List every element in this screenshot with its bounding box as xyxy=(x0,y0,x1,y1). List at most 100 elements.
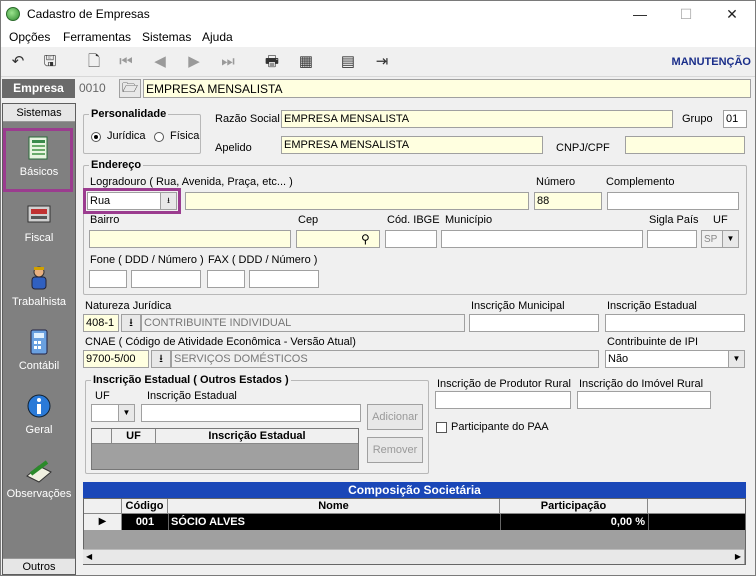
ibge-label: Cód. IBGE xyxy=(387,214,440,226)
sigla-pais-field[interactable] xyxy=(647,230,697,248)
previous-record-icon[interactable]: ◀ xyxy=(149,52,171,72)
paa-checkbox[interactable] xyxy=(436,422,447,433)
grid-col-nome: Nome xyxy=(168,499,500,514)
horizontal-scrollbar[interactable]: ◀ ▶ xyxy=(83,549,744,564)
fone-ddd-field[interactable] xyxy=(89,270,127,288)
menu-opcoes[interactable]: Opções xyxy=(9,30,50,44)
exit-door-icon[interactable]: ⇥ xyxy=(371,52,393,72)
cnae-code-field[interactable]: 9700-5/00 xyxy=(83,350,149,368)
imovel-rural-label: Inscrição do Imóvel Rural xyxy=(579,378,704,390)
grid-cell-codigo[interactable]: 001 xyxy=(122,514,168,530)
grid-cell-nome[interactable]: SÓCIO ALVES xyxy=(168,514,500,530)
next-record-icon[interactable]: ▶ xyxy=(183,52,205,72)
contrib-ipi-label: Contribuinte de IPI xyxy=(607,336,699,348)
save-icon[interactable]: 🖫 xyxy=(39,52,61,72)
sidebar-item-observacoes[interactable]: Observações xyxy=(3,452,75,510)
municipio-field[interactable] xyxy=(441,230,643,248)
company-name-field[interactable]: EMPRESA MENSALISTA xyxy=(143,79,751,98)
sidebar-item-trabalhista[interactable]: Trabalhista xyxy=(3,260,75,318)
insc-estadual-label: Inscrição Estadual xyxy=(607,300,697,312)
cep-label: Cep xyxy=(298,214,319,226)
fisica-radio[interactable] xyxy=(154,132,164,142)
scroll-left-icon[interactable]: ◀ xyxy=(86,552,92,561)
mode-label: MANUTENÇÃO xyxy=(671,56,751,68)
imovel-rural-field[interactable] xyxy=(577,391,711,409)
info-icon xyxy=(27,394,51,418)
binoculars-icon[interactable]: ⚲ xyxy=(361,232,370,246)
undo-icon[interactable]: ↶ xyxy=(7,52,29,72)
contrib-ipi-select[interactable]: Não xyxy=(605,350,745,368)
ie-grid-indicator-header xyxy=(92,429,112,444)
apelido-field[interactable]: EMPRESA MENSALISTA xyxy=(281,136,543,154)
contrib-ipi-dropdown-icon[interactable]: ▼ xyxy=(728,351,744,367)
first-record-icon[interactable]: ⏮ xyxy=(115,52,137,72)
fisica-label: Física xyxy=(170,130,200,142)
insc-estadual-field[interactable] xyxy=(605,314,745,332)
paa-label: Participante do PAA xyxy=(451,421,549,433)
menu-bar: Opções Ferramentas Sistemas Ajuda xyxy=(1,27,755,47)
insc-municipal-field[interactable] xyxy=(469,314,599,332)
complemento-field[interactable] xyxy=(607,192,739,210)
company-code: 0010 xyxy=(77,79,117,98)
ie-outros-uf-dropdown-icon[interactable]: ▼ xyxy=(118,405,134,421)
selected-highlight xyxy=(3,128,73,192)
fax-label: FAX ( DDD / Número ) xyxy=(208,254,318,266)
adicionar-button[interactable]: Adicionar xyxy=(367,404,423,430)
natureza-code-field[interactable]: 408-1 xyxy=(83,314,119,332)
menu-ferramentas[interactable]: Ferramentas xyxy=(63,30,131,44)
grid-indicator-header xyxy=(84,499,122,514)
app-icon xyxy=(6,7,20,21)
grid-cell-participacao[interactable]: 0,00 % xyxy=(500,514,648,530)
sidebar-item-geral[interactable]: Geral xyxy=(3,388,75,446)
ie-grid-col-ie: Inscrição Estadual xyxy=(156,429,358,444)
toolbar: ↶ 🖫 🗋 ⏮ ◀ ▶ ⏭ 🖶 ▦ ▤ ⇥ MANUTENÇÃO xyxy=(1,47,755,77)
ibge-field[interactable] xyxy=(385,230,437,248)
ie-outros-ie-field[interactable] xyxy=(141,404,361,422)
remover-button[interactable]: Remover xyxy=(367,437,423,463)
numero-field[interactable]: 88 xyxy=(534,192,602,210)
sidebar-item-contabil[interactable]: Contábil xyxy=(3,324,75,382)
sidebar-label-contabil: Contábil xyxy=(18,360,60,372)
menu-sistemas[interactable]: Sistemas xyxy=(142,30,191,44)
prod-rural-label: Inscrição de Produtor Rural xyxy=(437,378,571,390)
grupo-field[interactable]: 01 xyxy=(723,110,747,128)
composicao-title: Composição Societária xyxy=(83,482,746,498)
cnpj-field[interactable] xyxy=(625,136,745,154)
sidebar-item-fiscal[interactable]: Fiscal xyxy=(3,196,75,254)
uf-label: UF xyxy=(713,214,728,226)
minimize-button[interactable]: — xyxy=(617,1,663,27)
fax-ddd-field[interactable] xyxy=(207,270,245,288)
prod-rural-field[interactable] xyxy=(435,391,571,409)
natureza-lookup-icon[interactable]: ⭳ xyxy=(121,314,141,332)
scroll-right-icon[interactable]: ▶ xyxy=(735,552,741,561)
empresa-label: Empresa xyxy=(2,79,75,98)
fax-numero-field[interactable] xyxy=(249,270,319,288)
juridica-radio[interactable] xyxy=(91,132,101,142)
grupo-label: Grupo xyxy=(682,113,713,125)
last-record-icon[interactable]: ⏭ xyxy=(217,52,239,72)
search-document-icon[interactable]: 🗋 xyxy=(83,52,105,72)
open-folder-icon[interactable]: 🗁 xyxy=(119,79,141,98)
uf-dropdown-icon[interactable]: ▼ xyxy=(722,231,738,247)
close-button[interactable]: ✕ xyxy=(709,1,755,27)
sidebar-footer[interactable]: Outros xyxy=(3,558,75,574)
maximize-button[interactable]: ☐ xyxy=(663,1,709,27)
fone-numero-field[interactable] xyxy=(131,270,201,288)
window-title: Cadastro de Empresas xyxy=(27,7,150,21)
ie-outros-ie-label: Inscrição Estadual xyxy=(147,390,237,402)
title-bar: Cadastro de Empresas — ☐ ✕ xyxy=(1,1,755,27)
cnae-lookup-icon[interactable]: ⭳ xyxy=(151,350,171,368)
uf-value: SP xyxy=(704,234,718,245)
print-icon[interactable]: 🖶 xyxy=(261,52,283,72)
menu-ajuda[interactable]: Ajuda xyxy=(202,30,233,44)
grid-col-blank xyxy=(648,499,745,514)
razao-social-field[interactable]: EMPRESA MENSALISTA xyxy=(281,110,673,128)
main-window: Cadastro de Empresas — ☐ ✕ Opções Ferram… xyxy=(0,0,756,576)
ie-outros-title: Inscrição Estadual ( Outros Estados ) xyxy=(91,374,291,386)
calculator-icon[interactable]: ▤ xyxy=(337,52,359,72)
sigla-pais-label: Sigla País xyxy=(649,214,699,226)
report-icon[interactable]: ▦ xyxy=(295,52,317,72)
ie-outros-uf-label: UF xyxy=(95,390,110,402)
bairro-field[interactable] xyxy=(89,230,291,248)
logradouro-field[interactable] xyxy=(185,192,529,210)
